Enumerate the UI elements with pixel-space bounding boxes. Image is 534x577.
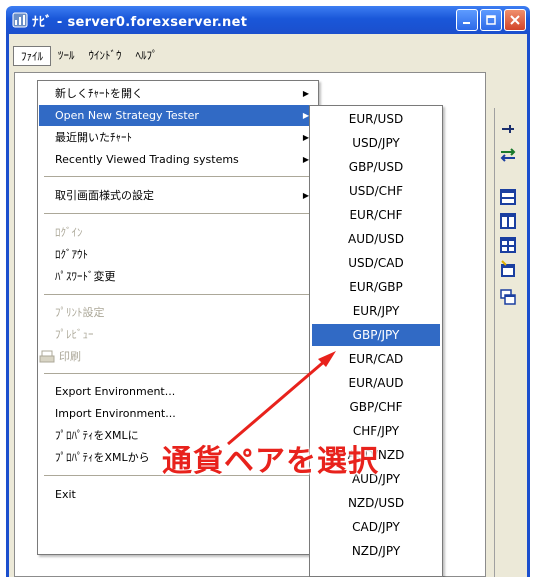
menu-bar: ﾌｧｲﾙ ﾂｰﾙ ｳｲﾝﾄﾞｳ ﾍﾙﾌﾟ: [13, 46, 165, 66]
currency-pair-usd-cad[interactable]: USD/CAD: [312, 252, 440, 274]
tile-horizontal-icon[interactable]: [499, 188, 517, 206]
currency-pair-eur-chf[interactable]: EUR/CHF: [312, 204, 440, 226]
app-icon: [12, 12, 28, 28]
menu-item-label: ﾌﾟﾛﾊﾟﾃｨをXMLから: [55, 451, 150, 464]
menu-tools[interactable]: ﾂｰﾙ: [51, 46, 82, 66]
menu-separator: [44, 294, 312, 295]
menu-item-label: ﾌﾟﾘﾝﾄ設定: [55, 306, 105, 319]
menu-file[interactable]: ﾌｧｲﾙ: [13, 46, 51, 66]
currency-pair-usd-chf[interactable]: USD/CHF: [312, 180, 440, 202]
currency-pair-submenu: EUR/USD USD/JPY GBP/USD USD/CHF EUR/CHF …: [309, 105, 443, 577]
menu-item-new-chart[interactable]: 新しくﾁｬｰﾄを開く ▶: [39, 83, 317, 104]
currency-pair-eur-gbp[interactable]: EUR/GBP: [312, 276, 440, 298]
menu-item-trading-screen-settings[interactable]: 取引画面様式の設定 ▶: [39, 185, 317, 206]
cascade-windows-icon[interactable]: [499, 288, 517, 306]
title-bar[interactable]: ﾅﾋﾞ - server0.forexserver.net: [6, 6, 530, 34]
currency-pair-cad-jpy[interactable]: CAD/JPY: [312, 516, 440, 538]
menu-item-print: 印刷: [39, 346, 317, 367]
menu-item-label: 最近開いたﾁｬｰﾄ: [55, 131, 132, 144]
menu-item-print-setup: ﾌﾟﾘﾝﾄ設定: [39, 302, 317, 323]
close-icon: [510, 15, 520, 25]
currency-pair-eur-cad[interactable]: EUR/CAD: [312, 348, 440, 370]
minimize-icon: [463, 22, 470, 24]
pin-icon[interactable]: [499, 120, 517, 138]
currency-pair-gbp-usd[interactable]: GBP/USD: [312, 156, 440, 178]
menu-item-label: ﾛｸﾞｱｳﾄ: [55, 248, 88, 261]
currency-pair-eur-jpy[interactable]: EUR/JPY: [312, 300, 440, 322]
menu-item-export-environment[interactable]: Export Environment...: [39, 381, 317, 402]
right-toolbar: [494, 108, 520, 577]
new-window-icon[interactable]: [499, 260, 517, 278]
menu-item-import-environment[interactable]: Import Environment...: [39, 403, 317, 424]
menu-item-label: 印刷: [59, 350, 81, 363]
menu-item-label: ﾛｸﾞｲﾝ: [55, 226, 83, 239]
currency-pair-gbp-jpy[interactable]: GBP/JPY: [312, 324, 440, 346]
currency-pair-nzd-jpy[interactable]: NZD/JPY: [312, 540, 440, 562]
menu-item-logout[interactable]: ﾛｸﾞｱｳﾄ: [39, 244, 317, 265]
currency-pair-eur-aud[interactable]: EUR/AUD: [312, 372, 440, 394]
menu-item-label: ﾌﾟﾛﾊﾟﾃｨをXMLに: [55, 429, 139, 442]
menu-item-label: 新しくﾁｬｰﾄを開く: [55, 87, 143, 100]
menu-window[interactable]: ｳｲﾝﾄﾞｳ: [82, 46, 129, 66]
menu-item-label: 取引画面様式の設定: [55, 189, 154, 202]
menu-help[interactable]: ﾍﾙﾌﾟ: [129, 46, 165, 66]
menu-item-label: ﾊﾟｽﾜｰﾄﾞ変更: [55, 270, 116, 283]
file-menu: 新しくﾁｬｰﾄを開く ▶ Open New Strategy Tester ▶ 最近…: [37, 80, 319, 555]
menu-item-label: Export Environment...: [55, 385, 176, 398]
printer-icon: [39, 350, 55, 363]
currency-pair-usd-jpy[interactable]: USD/JPY: [312, 132, 440, 154]
menu-item-label: ﾌﾟﾚﾋﾞｭｰ: [55, 328, 94, 341]
menu-item-change-password[interactable]: ﾊﾟｽﾜｰﾄﾞ変更: [39, 266, 317, 287]
menu-item-exit[interactable]: Exit: [39, 484, 317, 505]
tile-grid-icon[interactable]: [499, 236, 517, 254]
menu-item-recent-charts[interactable]: 最近開いたﾁｬｰﾄ ▶: [39, 127, 317, 148]
menu-item-recent-trading-systems[interactable]: Recently Viewed Trading systems ▶: [39, 149, 317, 170]
currency-pair-aud-usd[interactable]: AUD/USD: [312, 228, 440, 250]
maximize-button[interactable]: [480, 9, 502, 31]
menu-separator: [44, 213, 312, 214]
menu-item-print-preview: ﾌﾟﾚﾋﾞｭｰ: [39, 324, 317, 345]
maximize-icon: [486, 15, 496, 25]
tile-vertical-icon[interactable]: [499, 212, 517, 230]
menu-separator: [44, 373, 312, 374]
menu-item-label: Recently Viewed Trading systems: [55, 153, 239, 166]
menu-item-login: ﾛｸﾞｲﾝ: [39, 222, 317, 243]
menu-separator: [44, 176, 312, 177]
close-button[interactable]: [504, 9, 526, 31]
swap-arrows-icon[interactable]: [499, 146, 517, 164]
currency-pair-gbp-chf[interactable]: GBP/CHF: [312, 396, 440, 418]
annotation-label: 通貨ペアを選択: [162, 444, 379, 479]
currency-pair-nzd-usd[interactable]: NZD/USD: [312, 492, 440, 514]
submenu-arrow-icon: ▶: [302, 89, 309, 98]
window-title: ﾅﾋﾞ - server0.forexserver.net: [32, 14, 248, 30]
minimize-button[interactable]: [456, 9, 478, 31]
menu-item-label: Open New Strategy Tester: [55, 109, 199, 122]
menu-item-open-new-strategy-tester[interactable]: Open New Strategy Tester ▶: [39, 105, 317, 126]
currency-pair-eur-usd[interactable]: EUR/USD: [312, 108, 440, 130]
menu-item-label: Import Environment...: [55, 407, 176, 420]
menu-item-label: Exit: [55, 488, 76, 501]
